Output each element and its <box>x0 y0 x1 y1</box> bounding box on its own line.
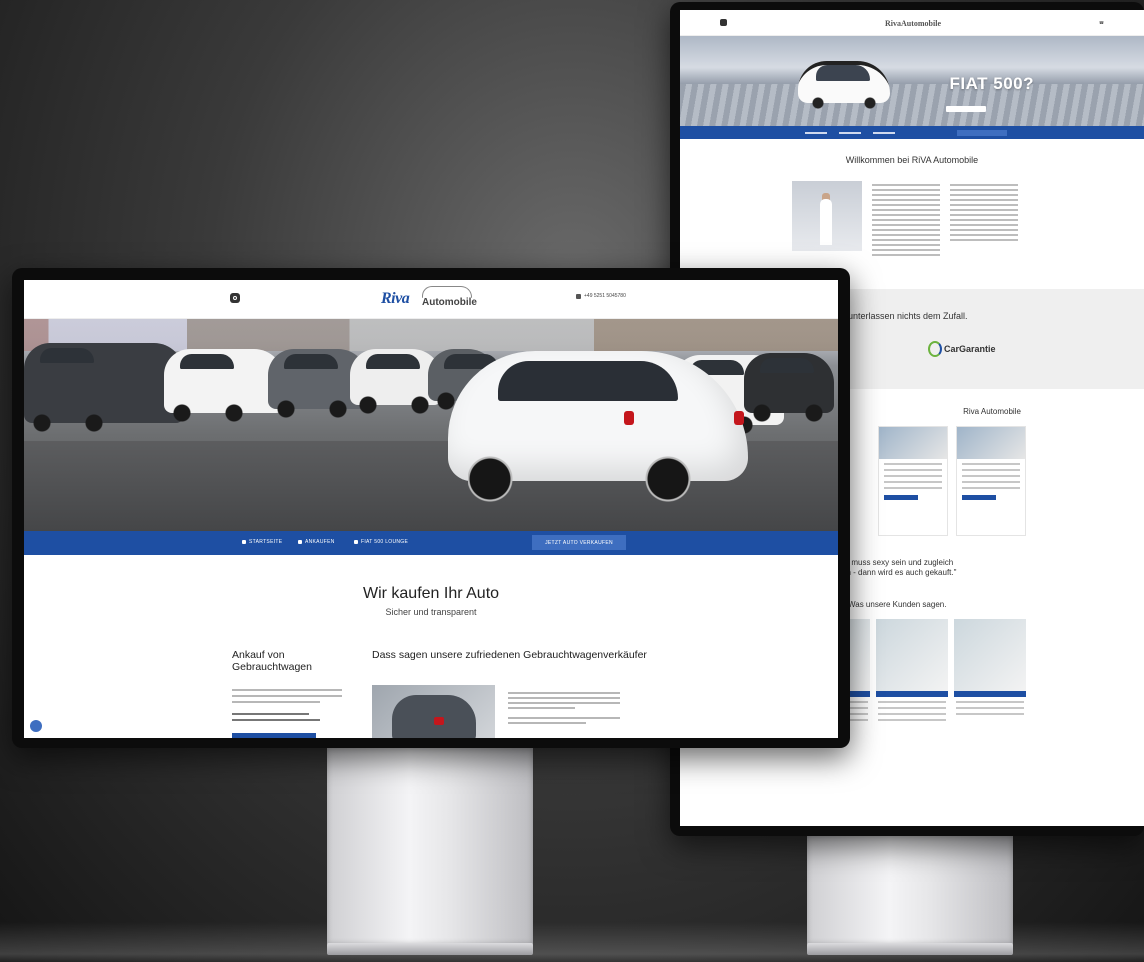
tail-light <box>624 411 634 425</box>
back-hero-title: FIAT 500? <box>949 74 1034 93</box>
ankauf-column: Ankauf von Gebrauchtwagen <box>232 649 342 738</box>
back-about-section <box>680 167 1144 259</box>
service-card[interactable] <box>878 426 948 536</box>
back-nav-item[interactable] <box>873 131 895 134</box>
back-nav-item[interactable] <box>805 131 827 134</box>
nav-bar: STARTSEITE ANKAUFEN FIAT 500 LOUNGE JETZ… <box>24 531 838 555</box>
back-monitor-foot <box>807 943 1013 955</box>
back-welcome: Willkommen bei RiVA Automobile <box>680 139 1144 165</box>
phone-icon <box>576 293 581 299</box>
hero-main-car <box>448 351 748 503</box>
search-icon <box>298 540 302 544</box>
front-screen: Riva Automobile +49 5251 5045780 STARTSE… <box>24 280 838 738</box>
tail-light <box>734 411 744 425</box>
back-riva-title: Riva Automobile <box>963 407 1021 416</box>
back-nav-item[interactable] <box>839 131 861 134</box>
site-logo-sub[interactable]: Automobile <box>422 297 477 308</box>
back-monitor-stand <box>807 836 1013 944</box>
service-card[interactable] <box>956 426 1026 536</box>
instagram-icon[interactable] <box>720 19 727 26</box>
testimonial-car-image <box>372 685 495 738</box>
ankauf-text <box>232 689 342 703</box>
front-monitor: Riva Automobile +49 5251 5045780 STARTSE… <box>12 268 850 748</box>
hero-car <box>744 353 834 422</box>
owner-photo <box>792 181 862 251</box>
ankauf-contact <box>232 713 342 721</box>
hero-deck <box>680 84 1144 126</box>
testimonial-title: Dass sagen unsere zufriedenen Gebrauchtw… <box>372 649 647 661</box>
review-card[interactable] <box>876 619 948 729</box>
back-site-logo[interactable]: RivaAutomobile <box>885 17 941 29</box>
review-card[interactable] <box>954 619 1026 729</box>
testimonial-column: Dass sagen unsere zufriedenen Gebrauchtw… <box>372 649 652 738</box>
intro-subtitle: Sicher und transparent <box>385 607 477 617</box>
back-site-header: RivaAutomobile ☎ <box>680 10 1144 36</box>
back-about-text-2 <box>950 181 1018 259</box>
sell-car-button[interactable]: JETZT AUTO VERKAUFEN <box>532 535 626 550</box>
back-hero-button[interactable] <box>946 106 986 112</box>
back-hero-banner: FIAT 500? <box>680 36 1144 126</box>
ankauf-title: Ankauf von Gebrauchtwagen <box>232 649 312 673</box>
cargarantie-logo[interactable]: CarGarantie <box>928 341 996 357</box>
home-icon <box>242 540 246 544</box>
nav-ankaufen[interactable]: ANKAUFEN <box>298 539 335 545</box>
back-about-text <box>872 181 940 259</box>
phone-link[interactable]: +49 5251 5045780 <box>576 293 626 299</box>
back-nav-cta[interactable] <box>957 129 1007 136</box>
back-nav-bar <box>680 126 1144 139</box>
cargarantie-icon <box>928 341 942 357</box>
content-columns: Ankauf von Gebrauchtwagen Dass sagen uns… <box>24 617 838 738</box>
chat-icon[interactable] <box>30 720 42 732</box>
hero-banner <box>24 319 838 531</box>
hero-car <box>164 349 284 422</box>
front-monitor-stand <box>327 748 533 944</box>
nav-startseite[interactable]: STARTSEITE <box>242 539 282 545</box>
intro-section: Wir kaufen Ihr Auto Sicher und transpare… <box>24 555 838 617</box>
site-logo[interactable]: Riva <box>381 290 410 308</box>
ankauf-button[interactable] <box>232 733 316 738</box>
back-welcome-title: Willkommen bei RiVA Automobile <box>845 155 979 165</box>
hero-car-image <box>798 61 890 109</box>
back-partner-title: unterlassen nichts dem Zufall. <box>848 311 968 321</box>
front-monitor-foot <box>327 943 533 955</box>
hero-car <box>24 343 184 432</box>
testimonial-text <box>508 689 620 727</box>
car-icon <box>354 540 358 544</box>
site-header: Riva Automobile +49 5251 5045780 <box>24 280 838 319</box>
nav-fiat-lounge[interactable]: FIAT 500 LOUNGE <box>354 539 408 545</box>
intro-title: Wir kaufen Ihr Auto <box>362 585 500 602</box>
instagram-icon[interactable] <box>230 293 240 303</box>
phone-icon[interactable]: ☎ <box>1099 20 1104 25</box>
